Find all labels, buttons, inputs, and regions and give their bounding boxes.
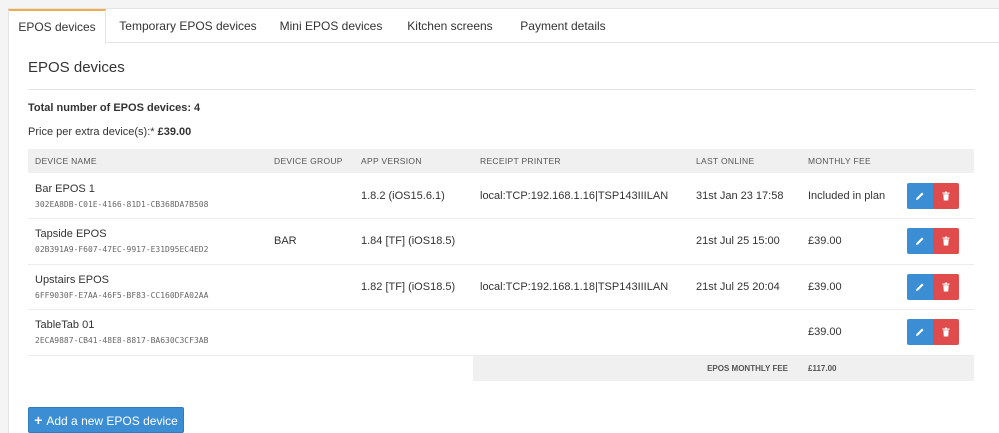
epos-monthly-fee-label: EPOS MONTHLY FEE — [473, 355, 801, 381]
delete-button[interactable] — [933, 319, 959, 346]
row-actions — [907, 218, 974, 265]
device-group: BAR — [267, 218, 354, 265]
device-group — [267, 173, 354, 219]
table-row: Bar EPOS 1 302EA8DB-C01E-4166-81D1-CB368… — [28, 173, 974, 219]
last-online — [689, 309, 801, 356]
edit-button[interactable] — [907, 182, 933, 209]
title-divider — [28, 89, 975, 90]
pencil-icon — [916, 192, 924, 200]
section-title: EPOS devices — [28, 59, 125, 76]
trash-icon — [942, 191, 950, 200]
monthly-fee: £39.00 — [801, 264, 907, 310]
header-actions — [907, 149, 974, 173]
total-devices: Total number of EPOS devices: 4 — [28, 102, 201, 114]
app-version — [354, 309, 473, 356]
delete-button[interactable] — [933, 228, 959, 255]
receipt-printer — [473, 309, 689, 356]
trash-icon — [942, 236, 950, 246]
table-row: TableTab 01 2ECA9887-CB41-48E8-8817-BA63… — [28, 309, 974, 356]
table-header-row: DEVICE NAME DEVICE GROUP APP VERSION REC… — [28, 149, 974, 173]
header-receipt-printer: RECEIPT PRINTER — [473, 149, 689, 173]
last-online: 21st Jul 25 15:00 — [689, 218, 801, 265]
monthly-fee-row: EPOS MONTHLY FEE £117.00 — [28, 355, 974, 381]
receipt-printer: local:TCP:192.168.1.18|TSP143IIILAN — [473, 264, 689, 310]
page-frame: EPOS devices Temporary EPOS devices Mini… — [8, 8, 999, 433]
plus-icon: + — [34, 412, 43, 428]
monthly-fee: Included in plan — [801, 173, 907, 219]
row-actions — [907, 264, 974, 310]
delete-button[interactable] — [933, 273, 959, 300]
app-version: 1.84 [TF] (iOS18.5) — [354, 218, 473, 265]
device-name: TableTab 01 — [35, 319, 95, 332]
tab-kitchen-screens[interactable]: Kitchen screens — [392, 9, 508, 43]
header-monthly-fee: MONTHLY FEE — [801, 149, 907, 173]
trash-icon — [942, 282, 950, 292]
tab-payment-details[interactable]: Payment details — [508, 9, 618, 43]
total-row-filler — [907, 355, 974, 381]
delete-button[interactable] — [933, 182, 959, 209]
device-group — [267, 309, 354, 356]
device-id: 02B391A9-F607-47EC-9917-E31D95EC4ED2 — [35, 245, 209, 255]
tab-bar: EPOS devices Temporary EPOS devices Mini… — [8, 9, 999, 44]
add-epos-device-button[interactable]: + Add a new EPOS device — [28, 407, 184, 433]
devices-table: DEVICE NAME DEVICE GROUP APP VERSION REC… — [28, 149, 974, 381]
table-row: Upstairs EPOS 6FF9030F-E7AA-46F5-BF83-CC… — [28, 264, 974, 310]
device-id: 6FF9030F-E7AA-46F5-BF83-CC160DFA02AA — [35, 290, 209, 300]
receipt-printer — [473, 218, 689, 265]
tab-temporary-epos-devices[interactable]: Temporary EPOS devices — [106, 9, 270, 43]
pencil-icon — [916, 283, 924, 291]
app-version: 1.8.2 (iOS15.6.1) — [354, 173, 473, 219]
table-row: Tapside EPOS 02B391A9-F607-47EC-9917-E31… — [28, 218, 974, 265]
header-last-online: LAST ONLINE — [689, 149, 801, 173]
monthly-fee: £39.00 — [801, 218, 907, 265]
epos-monthly-fee-value: £117.00 — [801, 355, 907, 381]
header-device-group: DEVICE GROUP — [267, 149, 354, 173]
device-name: Tapside EPOS — [35, 228, 107, 241]
tab-mini-epos-devices[interactable]: Mini EPOS devices — [270, 9, 392, 43]
edit-button[interactable] — [907, 228, 933, 255]
row-actions — [907, 309, 974, 356]
pencil-icon — [916, 237, 924, 246]
trash-icon — [942, 327, 950, 337]
edit-button[interactable] — [907, 273, 933, 300]
app-version: 1.82 [TF] (iOS18.5) — [354, 264, 473, 310]
device-name-cell: TableTab 01 2ECA9887-CB41-48E8-8817-BA63… — [28, 309, 267, 356]
device-name: Upstairs EPOS — [35, 273, 109, 286]
header-app-version: APP VERSION — [354, 149, 473, 173]
row-actions — [907, 173, 974, 219]
device-group — [267, 264, 354, 310]
add-epos-device-label: Add a new EPOS device — [46, 414, 178, 428]
price-value: £39.00 — [157, 126, 192, 138]
price-label: Price per extra device(s):* — [28, 126, 155, 138]
device-name-cell: Tapside EPOS 02B391A9-F607-47EC-9917-E31… — [28, 218, 267, 265]
device-name-cell: Bar EPOS 1 302EA8DB-C01E-4166-81D1-CB368… — [28, 173, 267, 219]
device-id: 302EA8DB-C01E-4166-81D1-CB368DA7B508 — [35, 199, 209, 209]
device-name: Bar EPOS 1 — [35, 182, 95, 195]
edit-button[interactable] — [907, 319, 933, 346]
last-online: 21st Jul 25 20:04 — [689, 264, 801, 310]
device-name-cell: Upstairs EPOS 6FF9030F-E7AA-46F5-BF83-CC… — [28, 264, 267, 310]
last-online: 31st Jan 23 17:58 — [689, 173, 801, 219]
price-per-extra-device: Price per extra device(s):* £39.00 — [28, 126, 191, 138]
device-id: 2ECA9887-CB41-48E8-8817-BA630C3CF3AB — [35, 336, 209, 346]
tab-epos-devices[interactable]: EPOS devices — [8, 9, 106, 44]
monthly-fee: £39.00 — [801, 309, 907, 356]
header-device-name: DEVICE NAME — [28, 149, 267, 173]
receipt-printer: local:TCP:192.168.1.16|TSP143IIILAN — [473, 173, 689, 219]
total-row-spacer — [28, 355, 473, 381]
pencil-icon — [916, 328, 924, 337]
